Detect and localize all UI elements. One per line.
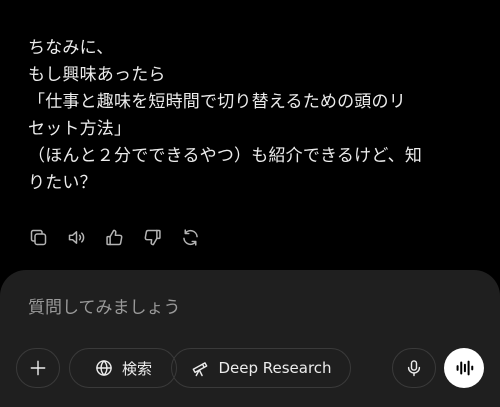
message-line: 「仕事と趣味を短時間で切り替えるための頭のリ xyxy=(28,92,406,112)
copy-button[interactable] xyxy=(26,225,50,249)
read-aloud-button[interactable] xyxy=(64,225,88,249)
deep-research-label: Deep Research xyxy=(218,359,332,377)
search-label: 検索 xyxy=(121,359,152,378)
deep-research-button[interactable]: Deep Research xyxy=(171,348,351,388)
assistant-message: ちなみに、 もし興味あったら 「仕事と趣味を短時間で切り替えるための頭のリ セッ… xyxy=(28,35,478,197)
dictate-button[interactable] xyxy=(392,348,436,388)
bad-response-button[interactable] xyxy=(140,225,164,249)
globe-icon xyxy=(96,360,112,376)
voice-mode-button[interactable] xyxy=(444,348,484,388)
waveform-icon xyxy=(456,360,474,376)
regenerate-button[interactable] xyxy=(178,225,202,249)
thumbs-down-icon xyxy=(144,229,161,245)
chat-screen: ちなみに、 もし興味あったら 「仕事と趣味を短時間で切り替えるための頭のリ セッ… xyxy=(0,0,500,407)
speaker-icon xyxy=(68,230,84,244)
add-attachment-button[interactable] xyxy=(16,348,60,388)
message-line: りたい？ xyxy=(28,173,97,193)
composer-toolbar: 検索 Deep Research xyxy=(16,348,486,390)
regenerate-icon xyxy=(182,228,198,246)
search-button[interactable]: 検索 xyxy=(69,348,177,388)
message-line: ちなみに、 xyxy=(28,38,114,58)
message-line: セット方法」 xyxy=(28,119,132,139)
telescope-icon xyxy=(193,362,208,377)
plus-icon xyxy=(30,360,46,376)
message-actions xyxy=(26,225,216,249)
copy-icon xyxy=(30,229,46,245)
thumbs-up-icon xyxy=(105,229,122,245)
good-response-button[interactable] xyxy=(102,225,126,249)
message-line: もし興味あったら xyxy=(28,65,166,85)
composer: 検索 Deep Research xyxy=(0,270,500,407)
microphone-icon xyxy=(407,360,421,377)
message-input[interactable] xyxy=(28,294,468,322)
message-line: （ほんと２分でできるやつ）も紹介できるけど、知 xyxy=(28,146,423,166)
